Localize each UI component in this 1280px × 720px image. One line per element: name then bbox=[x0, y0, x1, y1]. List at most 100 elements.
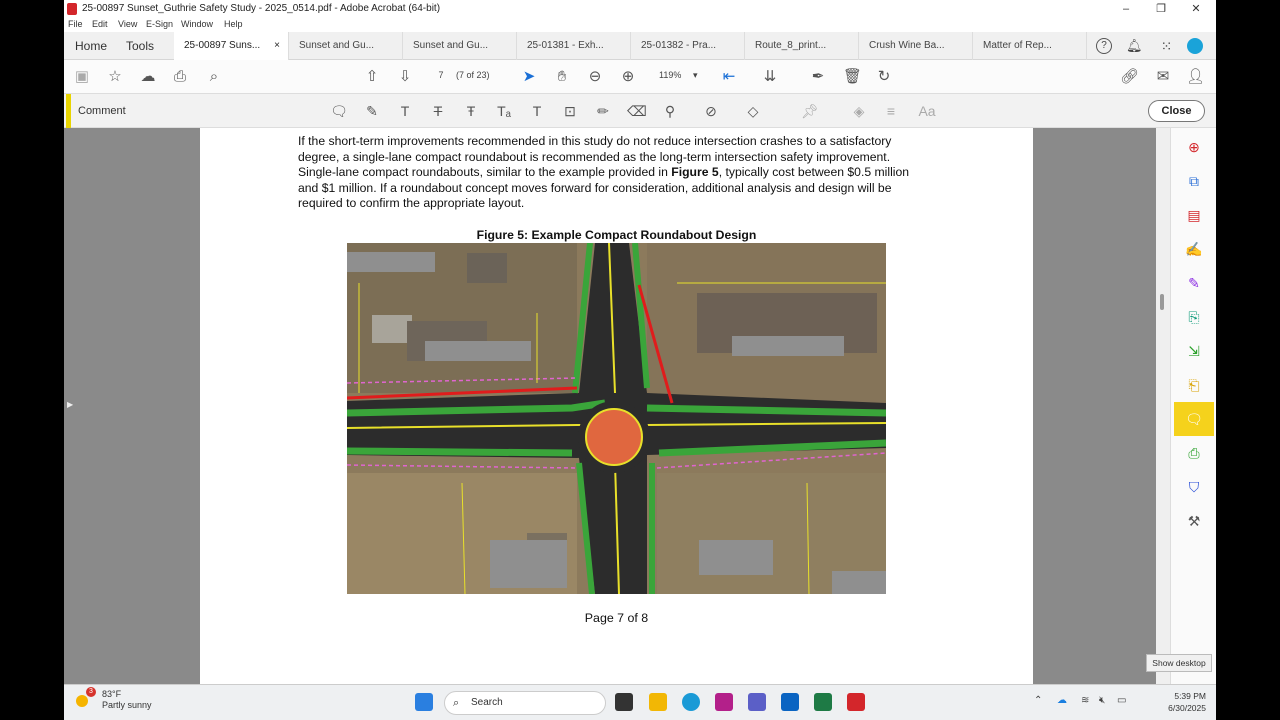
taskbar-search[interactable]: ⌕ Search bbox=[444, 691, 606, 715]
organize-pages-icon[interactable]: ▤ bbox=[1185, 206, 1203, 224]
clock-time: 5:39 PM bbox=[1174, 691, 1206, 701]
print-icon[interactable]: ⎙ bbox=[171, 68, 189, 86]
doc-tab[interactable]: Sunset and Gu... bbox=[289, 32, 403, 60]
search-zoom-icon[interactable]: ⌕ bbox=[205, 68, 223, 86]
wifi-icon[interactable]: ≋ bbox=[1081, 695, 1089, 706]
text-size-icon[interactable]: Aa bbox=[915, 102, 939, 120]
share-person-icon[interactable]: 👤︎ bbox=[1186, 68, 1205, 86]
doc-tab[interactable]: Crush Wine Ba... bbox=[859, 32, 973, 60]
replace-text-icon[interactable]: Ŧ bbox=[462, 102, 480, 120]
scan-ocr-icon[interactable]: ⎗ bbox=[1185, 376, 1203, 394]
create-pdf-icon[interactable]: ⊕ bbox=[1185, 138, 1203, 156]
scroll-mode-icon[interactable]: ⇊ bbox=[761, 68, 779, 86]
pin-icon[interactable]: 📌︎ bbox=[801, 102, 819, 120]
edge-browser-icon[interactable] bbox=[682, 693, 700, 711]
tray-chevron-icon[interactable]: ⌃ bbox=[1034, 695, 1042, 706]
fill-color-icon[interactable]: ◈ bbox=[850, 102, 868, 120]
outlook-icon[interactable] bbox=[781, 693, 799, 711]
page-count: (7 of 23) bbox=[456, 70, 490, 80]
excel-icon[interactable] bbox=[814, 693, 832, 711]
upload-cloud-icon[interactable]: ☁ bbox=[139, 68, 157, 86]
comment-tool-icon[interactable]: 🗨︎ bbox=[1174, 402, 1214, 436]
file-explorer-icon[interactable] bbox=[649, 693, 667, 711]
menu-esign[interactable]: E-Sign bbox=[146, 19, 173, 29]
home-tab[interactable]: Home bbox=[75, 39, 107, 53]
menu-file[interactable]: File bbox=[68, 19, 83, 29]
weather-widget[interactable]: 3 83°F Partly sunny bbox=[76, 687, 152, 711]
close-tab-icon[interactable]: × bbox=[274, 32, 280, 60]
request-signature-icon[interactable]: ✍ bbox=[1185, 240, 1203, 258]
left-panel-expand-icon[interactable]: ▶ bbox=[67, 400, 73, 409]
line-weight-icon[interactable]: ≡ bbox=[882, 102, 900, 120]
vertical-scrollbar[interactable] bbox=[1156, 128, 1170, 684]
help-icon[interactable]: ? bbox=[1096, 38, 1112, 54]
draw-pencil-icon[interactable]: ✏ bbox=[594, 102, 612, 120]
menu-window[interactable]: Window bbox=[181, 19, 213, 29]
text-box-icon[interactable]: ⊡ bbox=[561, 102, 579, 120]
sticky-note-icon[interactable]: 🗨︎ bbox=[330, 102, 348, 120]
task-view-icon[interactable] bbox=[615, 693, 633, 711]
profile-avatar-icon[interactable] bbox=[1187, 38, 1203, 54]
next-page-icon[interactable]: ⇩ bbox=[396, 68, 414, 86]
page-number-input[interactable]: 7 bbox=[434, 70, 448, 80]
onedrive-icon[interactable]: ☁ bbox=[1057, 695, 1067, 706]
doc-tab[interactable]: 25-01381 - Exh... bbox=[517, 32, 631, 60]
windows-start-icon[interactable] bbox=[415, 693, 433, 711]
combine-files-icon[interactable]: ⧉ bbox=[1185, 172, 1203, 190]
system-clock[interactable]: 5:39 PM 6/30/2025 bbox=[1168, 690, 1206, 714]
doc-tab[interactable]: Matter of Rep... bbox=[973, 32, 1087, 60]
acrobat-taskbar-icon[interactable] bbox=[847, 693, 865, 711]
link-icon[interactable]: 🔗︎ bbox=[1120, 68, 1139, 86]
rotate-icon[interactable]: ↻ bbox=[875, 68, 893, 86]
zoom-in-icon[interactable]: ⊕ bbox=[619, 68, 637, 86]
doc-tab-active[interactable]: 25-00897 Suns... × bbox=[174, 32, 289, 60]
doc-tab[interactable]: 25-01382 - Pra... bbox=[631, 32, 745, 60]
weather-desc: Partly sunny bbox=[102, 700, 152, 710]
notification-bell-icon[interactable]: 🔔︎ bbox=[1126, 38, 1143, 54]
email-icon[interactable]: ✉ bbox=[1154, 68, 1172, 86]
menu-help[interactable]: Help bbox=[224, 19, 243, 29]
bookmark-star-icon[interactable]: ☆ bbox=[106, 68, 124, 86]
calendar-app-icon[interactable] bbox=[715, 693, 733, 711]
fit-page-icon[interactable]: ⇤ bbox=[720, 68, 738, 86]
strikethrough-text-icon[interactable]: T bbox=[429, 102, 447, 120]
delete-trash-icon[interactable]: 🗑︎ bbox=[843, 68, 862, 86]
doc-tab[interactable]: Sunset and Gu... bbox=[403, 32, 517, 60]
close-comment-button[interactable]: Close bbox=[1148, 100, 1205, 122]
minimize-icon[interactable]: – bbox=[1111, 0, 1141, 18]
hand-tool-icon[interactable]: ✋︎ bbox=[553, 68, 571, 86]
teams-icon[interactable] bbox=[748, 693, 766, 711]
fill-sign-icon[interactable]: ✎ bbox=[1185, 274, 1203, 292]
scrollbar-thumb[interactable] bbox=[1160, 294, 1164, 310]
edit-pdf-icon[interactable]: ⎘ bbox=[1185, 308, 1203, 326]
tools-tab[interactable]: Tools bbox=[126, 39, 154, 53]
shapes-icon[interactable]: ◇ bbox=[744, 102, 762, 120]
previous-page-icon[interactable]: ⇧ bbox=[363, 68, 381, 86]
doc-tab[interactable]: Route_8_print... bbox=[745, 32, 859, 60]
menu-edit[interactable]: Edit bbox=[92, 19, 108, 29]
print-production-icon[interactable]: ⎙ bbox=[1185, 444, 1203, 462]
attach-file-icon[interactable]: ⊘ bbox=[702, 102, 720, 120]
eraser-icon[interactable]: ⌫ bbox=[627, 102, 647, 120]
sign-pen-icon[interactable]: ✒ bbox=[809, 68, 827, 86]
underline-text-icon[interactable]: T bbox=[396, 102, 414, 120]
zoom-level[interactable]: 119% bbox=[659, 70, 681, 80]
more-tools-icon[interactable]: ⚒ bbox=[1185, 512, 1203, 530]
stamp-icon[interactable]: ⚲ bbox=[661, 102, 679, 120]
apps-grid-icon[interactable]: ⁙ bbox=[1158, 38, 1174, 54]
protect-shield-icon[interactable]: ⛉ bbox=[1185, 478, 1203, 496]
select-pointer-icon[interactable]: ➤ bbox=[520, 68, 538, 86]
maximize-icon[interactable]: ❐ bbox=[1146, 0, 1176, 18]
volume-muted-icon[interactable]: 🔇︎ bbox=[1099, 695, 1105, 706]
menu-view[interactable]: View bbox=[118, 19, 137, 29]
save-icon[interactable]: ▣ bbox=[73, 68, 91, 86]
zoom-out-icon[interactable]: ⊖ bbox=[586, 68, 604, 86]
add-text-icon[interactable]: T bbox=[528, 102, 546, 120]
close-window-icon[interactable]: ✕ bbox=[1181, 0, 1211, 18]
doc-tab-label: Sunset and Gu... bbox=[413, 40, 489, 51]
highlight-pen-icon[interactable]: ✎ bbox=[363, 102, 381, 120]
battery-icon[interactable]: ▭ bbox=[1117, 695, 1126, 706]
insert-text-icon[interactable]: Tₐ bbox=[495, 102, 513, 120]
zoom-dropdown-icon[interactable]: ▾ bbox=[693, 70, 698, 81]
export-pdf-icon[interactable]: ⇲ bbox=[1185, 342, 1203, 360]
